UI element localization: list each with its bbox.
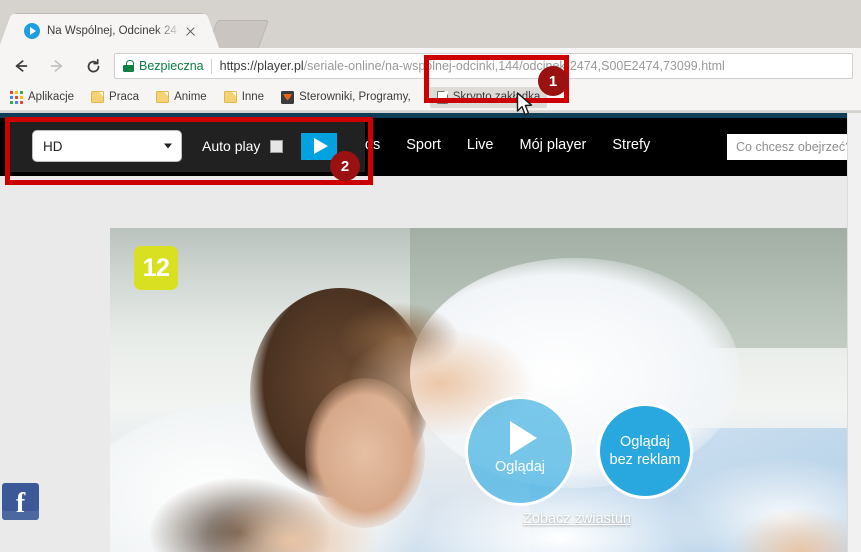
page-viewport: Kids Sport Live Mój player Strefy Co chc… <box>0 113 861 552</box>
watch-button[interactable]: Oglądaj <box>465 396 575 506</box>
tab-title: Na Wspólnej, Odcinek 24 <box>47 25 177 37</box>
bookmark-label: Skrypto zakładka <box>452 91 541 103</box>
nav-item-moj-player[interactable]: Mój player <box>520 137 587 153</box>
page-scrollbar[interactable] <box>847 113 861 552</box>
bookmark-label: Inne <box>241 91 265 103</box>
folder-icon <box>156 91 170 103</box>
no-ads-line1: Oglądaj <box>620 433 670 450</box>
page-icon <box>436 90 448 104</box>
quality-select-value: HD <box>43 138 63 154</box>
nav-item-strefy[interactable]: Strefy <box>612 137 650 153</box>
autoplay-label: Auto play <box>202 138 261 154</box>
url-path: /seriale-online/na-wspolnej-odcinki,144/… <box>303 59 725 73</box>
close-icon[interactable] <box>182 23 198 39</box>
watch-button-label: Oglądaj <box>495 459 545 475</box>
back-button[interactable] <box>6 51 36 81</box>
search-input[interactable] <box>727 134 861 160</box>
bookmark-label: Anime <box>174 91 207 103</box>
browser-window: Na Wspólnej, Odcinek 24 Bezpieczna https… <box>0 0 861 552</box>
url-text: https://player.pl/seriale-online/na-wspo… <box>220 59 725 73</box>
address-bar[interactable]: Bezpieczna https://player.pl/seriale-onl… <box>114 53 853 79</box>
play-triangle-icon <box>509 421 537 455</box>
bookmark-label: Sterowniki, Programy, <box>299 91 411 103</box>
autoplay-checkbox[interactable] <box>270 139 284 153</box>
quality-select[interactable]: HD <box>32 130 182 162</box>
browser-tab[interactable]: Na Wspólnej, Odcinek 24 <box>14 14 204 48</box>
trailer-link[interactable]: Zobacz zwiastun <box>523 511 631 527</box>
bookmark-apps[interactable]: Aplikacje <box>3 87 81 108</box>
watch-without-ads-button[interactable]: Oglądaj bez reklam <box>597 403 693 499</box>
bookmark-label: Aplikacje <box>28 91 75 103</box>
browser-chrome: Na Wspólnej, Odcinek 24 Bezpieczna https… <box>0 0 861 113</box>
bookmark-sterowniki[interactable]: Sterowniki, Programy, <box>274 87 418 108</box>
url-host: https://player.pl <box>219 59 304 73</box>
lock-icon <box>123 60 134 72</box>
reload-icon <box>86 59 101 74</box>
player-play-icon <box>24 23 40 39</box>
forward-arrow-icon <box>50 59 65 74</box>
bookmark-praca[interactable]: Praca <box>84 87 146 108</box>
play-triangle-icon <box>313 138 328 154</box>
judo-photo <box>110 228 847 552</box>
back-arrow-icon <box>14 59 29 74</box>
reload-button[interactable] <box>78 51 108 81</box>
annotation-badge-1: 1 <box>538 66 568 96</box>
script-toolbar-overlay: HD Auto play <box>8 120 365 172</box>
bookmark-skrypto-zakladka[interactable]: Skrypto zakładka <box>429 86 548 108</box>
script-play-button[interactable] <box>301 132 338 160</box>
nav-item-sport[interactable]: Sport <box>406 137 441 153</box>
nav-item-live[interactable]: Live <box>467 137 494 153</box>
no-ads-line2: bez reklam <box>609 452 681 468</box>
bookmarks-bar: Aplikacje Praca Anime Inne Sterowniki, P… <box>0 84 861 111</box>
facebook-icon[interactable]: f <box>2 483 39 520</box>
browser-toolbar: Bezpieczna https://player.pl/seriale-onl… <box>0 48 861 84</box>
forward-button[interactable] <box>42 51 72 81</box>
chevron-down-icon <box>164 143 172 149</box>
folder-icon <box>91 91 105 103</box>
omnibox-divider <box>210 58 212 74</box>
bookmark-inne[interactable]: Inne <box>217 87 271 108</box>
security-label: Bezpieczna <box>139 59 204 73</box>
video-poster[interactable]: 12 Oglądaj Oglądaj bez reklam Zobacz zwi… <box>110 228 847 552</box>
apps-grid-icon <box>10 90 23 104</box>
annotation-badge-2: 2 <box>330 151 360 181</box>
site-navigation: Kids Sport Live Mój player Strefy <box>352 113 650 176</box>
folder-icon <box>223 91 237 103</box>
bookmark-anime[interactable]: Anime <box>149 87 214 108</box>
firefox-dark-icon <box>281 90 295 104</box>
tab-strip: Na Wspólnej, Odcinek 24 <box>0 0 861 48</box>
bookmark-label: Praca <box>109 91 140 103</box>
age-rating-badge: 12 <box>134 246 178 290</box>
